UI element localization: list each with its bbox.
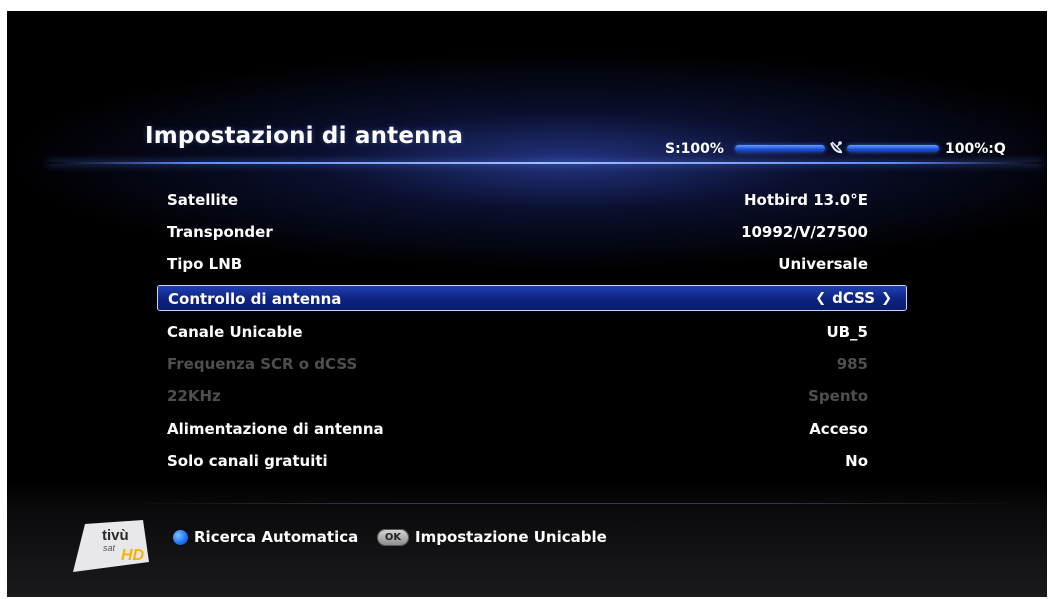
- menu-row-transponder[interactable]: Transponder 10992/V/27500: [157, 219, 907, 245]
- svg-text:sat: sat: [103, 543, 116, 553]
- page-title: Impostazioni di antenna: [145, 123, 464, 149]
- menu-row-value: Acceso: [809, 420, 868, 438]
- menu-row-value: 10992/V/27500: [741, 223, 868, 241]
- menu-row-label: Transponder: [167, 223, 273, 241]
- menu-row-value-text: dCSS: [832, 289, 876, 307]
- menu-row-value: Spento: [808, 387, 868, 405]
- ok-button-icon[interactable]: OK: [377, 529, 409, 546]
- tivusat-hd-logo: tivù sat HD: [73, 516, 163, 576]
- menu-row-controllo-di-antenna[interactable]: Controllo di antenna ❮ dCSS ❯: [157, 285, 907, 311]
- menu-row-value: ❮ dCSS ❯: [815, 289, 892, 307]
- svg-text:tivù: tivù: [102, 527, 129, 544]
- menu-row-solo-canali-gratuiti[interactable]: Solo canali gratuiti No: [157, 448, 907, 474]
- menu-row-22khz: 22KHz Spento: [157, 383, 907, 409]
- signal-quality-label: 100%:Q: [945, 141, 1006, 157]
- chevron-left-icon[interactable]: ❮: [815, 291, 826, 306]
- menu-row-value: No: [845, 452, 868, 470]
- menu-row-label: Canale Unicable: [167, 323, 303, 341]
- chevron-right-icon[interactable]: ❯: [881, 291, 892, 306]
- menu-row-label: Alimentazione di antenna: [167, 420, 384, 438]
- menu-row-label: 22KHz: [167, 387, 221, 405]
- menu-row-label: Satellite: [167, 191, 239, 209]
- menu-row-label: Tipo LNB: [167, 255, 243, 273]
- menu-row-value: Universale: [778, 255, 868, 273]
- tv-screen: Impostazioni di antenna S:100% 100%:Q Sa…: [7, 11, 1047, 597]
- menu-row-value: Hotbird 13.0°E: [743, 191, 868, 209]
- unicable-settings-label: Impostazione Unicable: [415, 528, 607, 546]
- satellite-dish-icon: [828, 138, 846, 156]
- menu-row-label: Solo canali gratuiti: [167, 452, 328, 470]
- menu-row-alimentazione-di-antenna[interactable]: Alimentazione di antenna Acceso: [157, 416, 907, 442]
- auto-search-label: Ricerca Automatica: [194, 528, 359, 546]
- menu-row-canale-unicable[interactable]: Canale Unicable UB_5: [157, 319, 907, 345]
- menu-row-satellite[interactable]: Satellite Hotbird 13.0°E: [157, 187, 907, 213]
- signal-quality-bar: [847, 145, 939, 152]
- menu-row-frequenza-scr-o-dcss: Frequenza SCR o dCSS 985: [157, 351, 907, 377]
- menu-row-tipo-lnb[interactable]: Tipo LNB Universale: [157, 251, 907, 277]
- signal-strength-bar: [735, 145, 825, 152]
- footer-divider: [127, 503, 1027, 504]
- signal-strength-label: S:100%: [665, 141, 724, 157]
- title-divider: [47, 162, 1042, 164]
- svg-text:HD: HD: [121, 547, 145, 564]
- menu-row-value: UB_5: [826, 323, 868, 341]
- menu-row-value: 985: [836, 355, 868, 373]
- menu-row-label: Frequenza SCR o dCSS: [167, 355, 358, 373]
- menu-row-label: Controllo di antenna: [168, 290, 342, 308]
- blue-button-icon[interactable]: [173, 530, 188, 545]
